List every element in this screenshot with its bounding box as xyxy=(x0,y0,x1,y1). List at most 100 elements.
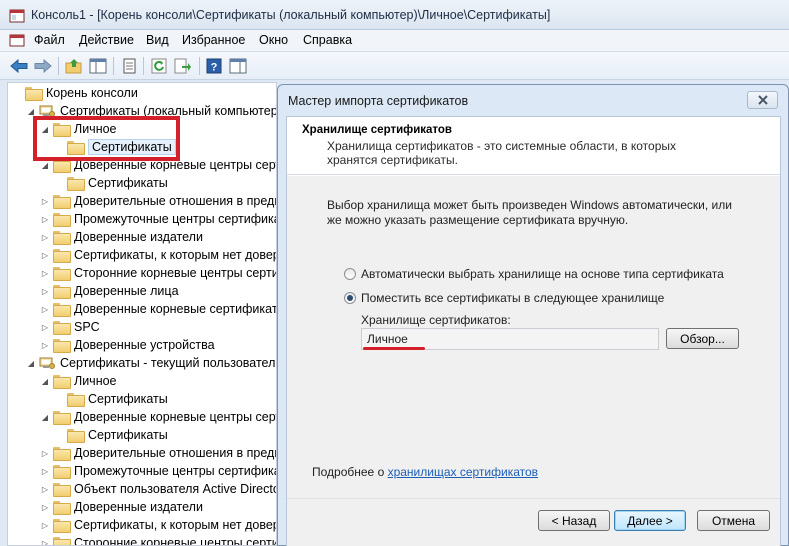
tree-item[interactable]: ▷ Доверительные отношения в предпр xyxy=(40,192,276,210)
menu-view[interactable]: Вид xyxy=(146,33,169,47)
mmc-system-menu-icon[interactable] xyxy=(9,33,25,48)
store-help-link[interactable]: хранилищах сертификатов xyxy=(388,465,538,479)
collapsed-arrow-icon[interactable]: ▷ xyxy=(40,323,50,332)
tree-item[interactable]: ▷ Доверенные устройства xyxy=(40,336,215,354)
tree-item-label: Сертификаты - текущий пользователь xyxy=(60,356,277,370)
collapsed-arrow-icon[interactable]: ▷ xyxy=(40,503,50,512)
refresh-icon[interactable] xyxy=(149,56,169,76)
next-button[interactable]: Далее > xyxy=(614,510,686,531)
close-button[interactable] xyxy=(747,91,778,109)
store-field-label: Хранилище сертификатов: xyxy=(361,313,511,327)
back-button[interactable]: < Назад xyxy=(538,510,610,531)
menu-bar: Файл Действие Вид Избранное Окно Справка xyxy=(0,30,789,52)
collapsed-arrow-icon[interactable]: ▷ xyxy=(40,215,50,224)
tree-item-label: Сторонние корневые центры сертиф xyxy=(74,266,277,280)
tree-item-label: Доверенные устройства xyxy=(74,338,215,352)
tree-item[interactable]: ▷ Сертификаты, к которым нет довери xyxy=(40,246,276,264)
highlight-underline xyxy=(363,347,425,350)
radio-manual-indicator[interactable] xyxy=(344,292,356,304)
folder-icon xyxy=(53,537,71,545)
radio-auto-indicator[interactable] xyxy=(344,268,356,280)
folder-icon xyxy=(53,411,71,425)
tree-item[interactable]: ◢ Доверенные корневые центры серти xyxy=(40,408,276,426)
tree-item[interactable]: ▷ Доверенные корневые сертификаты xyxy=(40,300,276,318)
tree-item[interactable]: ▷ Доверительные отношения в предпр xyxy=(40,444,277,462)
tree-item-label: Доверенные лица xyxy=(74,284,179,298)
help-icon[interactable]: ? xyxy=(204,56,224,76)
radio-manual-store[interactable]: Поместить все сертификаты в следующее хр… xyxy=(344,291,664,305)
tree-item[interactable]: ▷ Сертификаты, к которым нет довери xyxy=(40,516,276,534)
tree-item[interactable]: ▷ Объект пользователя Active Directory xyxy=(40,480,277,498)
menu-file[interactable]: Файл xyxy=(34,33,65,47)
folder-icon xyxy=(53,285,71,299)
menu-favorites[interactable]: Избранное xyxy=(182,33,245,47)
close-icon xyxy=(757,95,768,105)
tree-item-label: Доверенные издатели xyxy=(74,230,203,244)
folder-icon xyxy=(53,321,71,335)
collapsed-arrow-icon[interactable]: ▷ xyxy=(40,287,50,296)
folder-icon xyxy=(25,87,43,101)
tree-item[interactable]: ▷ Сторонние корневые центры сертиф xyxy=(40,534,276,546)
window-title: Консоль1 - [Корень консоли\Сертификаты (… xyxy=(31,8,551,22)
export-list-icon[interactable] xyxy=(173,56,193,76)
folder-icon xyxy=(53,447,71,461)
collapsed-arrow-icon[interactable]: ▷ xyxy=(40,539,50,546)
tree-item-label: SPC xyxy=(74,320,100,334)
collapsed-arrow-icon[interactable]: ▷ xyxy=(40,341,50,350)
expanded-arrow-icon[interactable]: ◢ xyxy=(26,107,36,116)
tree-item[interactable]: Сертификаты xyxy=(54,174,168,192)
collapsed-arrow-icon[interactable]: ▷ xyxy=(40,269,50,278)
folder-icon xyxy=(67,177,85,191)
tree-item[interactable]: ▷ Сторонние корневые центры сертиф xyxy=(40,264,277,282)
tree-item[interactable]: Сертификаты xyxy=(54,390,168,408)
show-hide-tree-icon[interactable] xyxy=(88,56,108,76)
collapsed-arrow-icon[interactable]: ▷ xyxy=(40,305,50,314)
tree-item-label: Сертификаты xyxy=(88,392,168,406)
tree-item[interactable]: ◢ Личное xyxy=(40,372,117,390)
dialog-body: Хранилище сертификатов Хранилища сертифи… xyxy=(286,116,781,546)
folder-icon xyxy=(53,339,71,353)
tree-item[interactable]: ▷ Промежуточные центры сертифика xyxy=(40,462,277,480)
wizard-step-description: Хранилища сертификатов - это системные о… xyxy=(327,139,676,167)
tree-item[interactable]: ▷ Доверенные лица xyxy=(40,282,179,300)
menu-help[interactable]: Справка xyxy=(303,33,352,47)
tree-item[interactable]: ▷ SPC xyxy=(40,318,100,336)
browse-button[interactable]: Обзор... xyxy=(666,328,739,349)
action-pane-icon[interactable] xyxy=(228,56,248,76)
collapsed-arrow-icon[interactable]: ▷ xyxy=(40,233,50,242)
tree-item[interactable]: ◢ Сертификаты - текущий пользователь xyxy=(26,354,277,372)
tree-item[interactable]: Сертификаты xyxy=(54,426,168,444)
tree-item-label: Доверительные отношения в предпр xyxy=(74,446,277,460)
collapsed-arrow-icon[interactable]: ▷ xyxy=(40,521,50,530)
expanded-arrow-icon[interactable]: ◢ xyxy=(40,161,50,170)
expanded-arrow-icon[interactable]: ◢ xyxy=(40,377,50,386)
tree-item[interactable]: ▷ Доверенные издатели xyxy=(40,498,203,516)
wizard-step-title: Хранилище сертификатов xyxy=(302,124,452,136)
collapsed-arrow-icon[interactable]: ▷ xyxy=(40,449,50,458)
radio-auto-store[interactable]: Автоматически выбрать хранилище на основ… xyxy=(344,267,724,281)
folder-icon xyxy=(53,303,71,317)
folder-icon xyxy=(53,231,71,245)
expanded-arrow-icon[interactable]: ◢ xyxy=(26,359,36,368)
collapsed-arrow-icon[interactable]: ▷ xyxy=(40,485,50,494)
tree-item[interactable]: ▷ Промежуточные центры сертифика xyxy=(40,210,276,228)
tree-item[interactable]: Корень консоли xyxy=(12,84,138,102)
collapsed-arrow-icon[interactable]: ▷ xyxy=(40,467,50,476)
folder-icon xyxy=(67,429,85,443)
intro-text: Выбор хранилища может быть произведен Wi… xyxy=(327,198,732,227)
collapsed-arrow-icon[interactable]: ▷ xyxy=(40,251,50,260)
tree-item-label: Сертификаты xyxy=(88,428,168,442)
menu-window[interactable]: Окно xyxy=(259,33,288,47)
tree-item[interactable]: ▷ Доверенные издатели xyxy=(40,228,203,246)
properties-icon[interactable] xyxy=(119,56,139,76)
collapsed-arrow-icon[interactable]: ▷ xyxy=(40,197,50,206)
tree-item-label: Промежуточные центры сертифика xyxy=(74,464,277,478)
expanded-arrow-icon[interactable]: ◢ xyxy=(40,413,50,422)
up-folder-icon[interactable] xyxy=(64,56,84,76)
dialog-title: Мастер импорта сертификатов xyxy=(288,94,469,108)
forward-arrow-icon[interactable] xyxy=(33,56,53,76)
menu-action[interactable]: Действие xyxy=(79,33,134,47)
tree-item-label: Объект пользователя Active Directory xyxy=(74,482,277,496)
cancel-button[interactable]: Отмена xyxy=(697,510,770,531)
back-arrow-icon[interactable] xyxy=(9,56,29,76)
